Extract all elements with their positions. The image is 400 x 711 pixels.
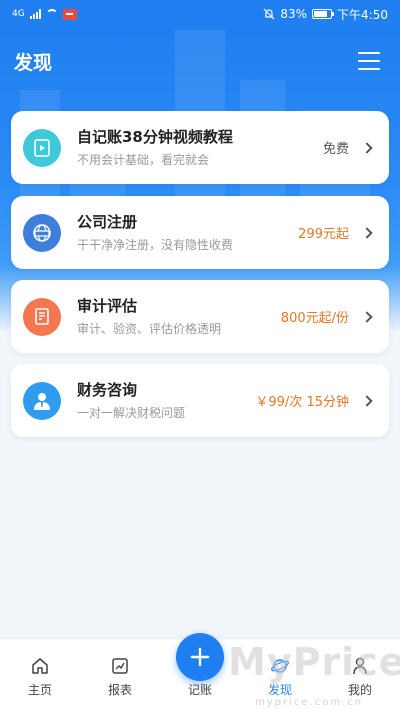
- service-price: 299元起: [298, 227, 349, 242]
- tab-report[interactable]: 报表: [80, 639, 160, 711]
- watermark-url: myprice.com.cn: [255, 697, 364, 708]
- add-entry-button[interactable]: [176, 633, 224, 681]
- video-tutorial-icon: [23, 128, 61, 167]
- network-type-label: 4G: [12, 9, 25, 19]
- tab-home[interactable]: 主页: [0, 639, 80, 711]
- service-price: ￥99/次 15分钟: [255, 395, 349, 410]
- app-notification-icon: [62, 8, 77, 20]
- chevron-right-icon: [361, 226, 373, 239]
- service-title: 审计评估: [77, 297, 138, 315]
- service-title: 自记账38分钟视频教程: [77, 128, 233, 146]
- battery-icon: [312, 9, 335, 19]
- service-price: 800元起/份: [280, 311, 349, 326]
- tab-label: 报表: [107, 683, 132, 697]
- watermark-brand: MyPrice: [228, 640, 400, 684]
- tab-label: 主页: [27, 683, 52, 697]
- audit-document-icon: [23, 297, 61, 336]
- signal-icon: [29, 9, 41, 19]
- report-chart-icon: [112, 658, 128, 674]
- service-subtitle: 不用会计基础，看完就会: [77, 153, 210, 167]
- wifi-icon: [45, 9, 58, 19]
- service-title: 财务咨询: [77, 381, 138, 399]
- consultant-person-icon: [23, 381, 61, 420]
- battery-percent: 83%: [280, 7, 308, 21]
- service-subtitle: 一对一解决财税问题: [77, 406, 186, 420]
- mute-bell-icon: [263, 8, 275, 20]
- service-card-consulting[interactable]: 财务咨询 一对一解决财税问题 ￥99/次 15分钟: [11, 364, 389, 437]
- home-icon: [32, 658, 48, 674]
- service-card-company-register[interactable]: 公司注册 干干净净注册，没有隐性收费 299元起: [11, 196, 389, 269]
- status-bar: 4G 83% 下午4:50: [0, 0, 400, 28]
- page-title: 发现: [14, 52, 53, 74]
- service-subtitle: 审计、验资、评估价格透明: [77, 322, 222, 336]
- chevron-right-icon: [361, 394, 373, 407]
- clock: 下午4:50: [337, 7, 388, 22]
- chevron-right-icon: [361, 310, 373, 323]
- service-card-audit[interactable]: 审计评估 审计、验资、评估价格透明 800元起/份: [11, 280, 389, 353]
- chevron-right-icon: [361, 141, 373, 154]
- company-register-icon: [23, 213, 61, 252]
- service-price: 免费: [322, 142, 349, 157]
- service-subtitle: 干干净净注册，没有隐性收费: [77, 238, 234, 252]
- service-card-video-tutorial[interactable]: 自记账38分钟视频教程 不用会计基础，看完就会 免费: [11, 111, 389, 184]
- service-title: 公司注册: [77, 213, 138, 231]
- hamburger-menu-icon[interactable]: [358, 52, 380, 70]
- tab-label: 记账: [187, 683, 212, 697]
- plus-icon: [190, 647, 210, 667]
